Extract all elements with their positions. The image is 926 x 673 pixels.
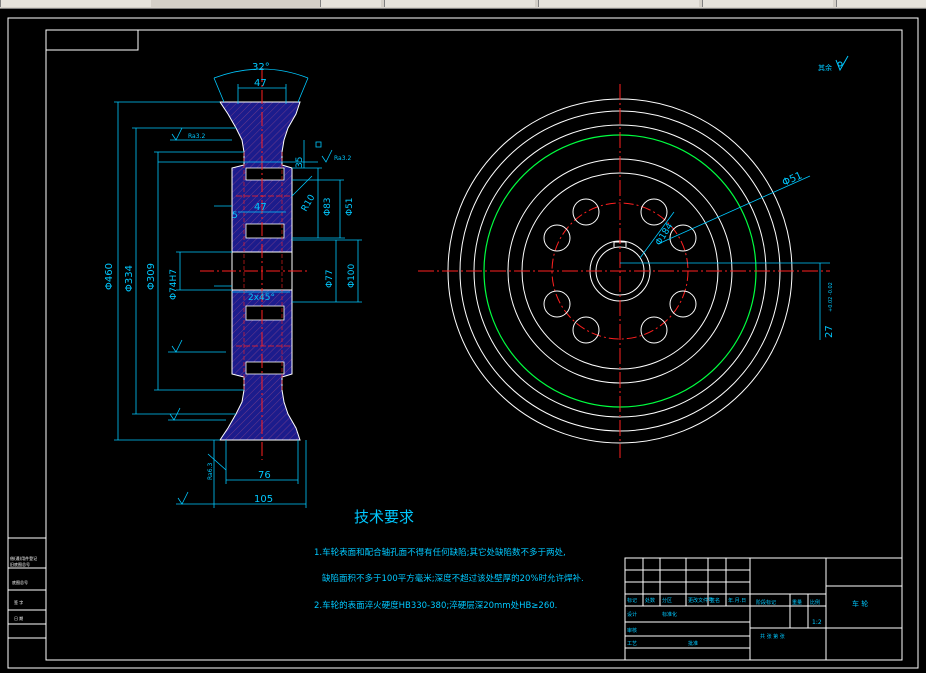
dim-bore: Φ74H7 [169,269,179,300]
title-cell: 审核 [627,627,637,634]
title-cell: 批准 [688,640,698,647]
front-dim-d51: Φ51 [781,170,804,188]
dim-76: 76 [258,470,271,481]
dim-d309: Φ309 [146,263,157,290]
toolbar-segment[interactable] [538,0,699,7]
side-label: 借(通)用件登记 [10,555,37,561]
rough-note-text: 其余 [818,63,832,72]
tech-line-1: 1.车轮表面和配合轴孔面不得有任何缺陷;其它处缺陷数不多于两处, [314,547,566,558]
front-tolerance: +0.02 -0.02 [828,282,834,312]
dim-d460: Φ460 [104,263,115,290]
roughness-circle-icon [837,61,843,67]
dim-d83: Φ83 [323,197,333,216]
tech-line-3: 2.车轮的表面淬火硬度HB330-380;淬硬层深20mm处HB≥260. [314,600,557,611]
tech-title: 技术要求 [354,508,414,526]
dim-angle: 32° [252,62,270,73]
dim-105: 105 [254,494,273,505]
toolbar-segment[interactable] [320,0,381,7]
tech-line-2: 缺陷面积不多于100平方毫米;深度不超过该处壁厚的20%时允许焊补. [322,573,584,584]
dim-top-47: 47 [254,78,267,89]
dim-d51: Φ51 [345,197,355,216]
title-cell: 标记 [627,597,637,604]
toolbar-segment[interactable] [702,0,833,7]
title-cell: 共 张 第 张 [760,633,785,640]
tech-requirements: 技术要求 1.车轮表面和配合轴孔面不得有任何缺陷;其它处缺陷数不多于两处, 缺陷… [314,508,584,611]
title-block: 标记 处数 分区 更改文件号 签名 年.月.日 设计 标准化 审核 工艺 批准 … [624,557,903,661]
rough-label: Ra3.2 [334,155,351,162]
dim-r10: R10 [300,193,318,214]
dim-chamfer: 2x45° [248,293,275,303]
title-cell: 分区 [662,597,672,604]
title-cell: 重量 [792,599,802,606]
side-registration-block: 借(通)用件登记 旧底图总号 底图总号 签 字 日 期 [7,537,47,639]
title-cell: 工艺 [627,641,637,647]
part-name: 车 轮 [852,599,868,608]
dim-d100: Φ100 [347,263,357,288]
rough-label: Ra6.3 [207,463,214,480]
title-cell: 处数 [645,597,655,604]
title-cell: 阶段标记 [756,599,776,606]
toolbar-segment[interactable] [0,0,151,7]
toolbar-segment[interactable] [384,0,535,7]
title-cell: 设计 [627,611,637,618]
title-scale: 1:2 [812,619,822,626]
roughness-note: 其余 [818,55,849,72]
toolbar-segment[interactable] [836,0,926,7]
dim-35: 35 [295,157,305,168]
rough-label: Ra3.2 [188,133,205,140]
side-label: 签 字 [14,599,23,605]
title-cell: 标准化 [662,611,677,618]
front-view: Φ51 Φ184 27 +0.02 -0.02 [418,84,835,458]
front-dim-27: 27 [824,325,835,338]
dim-d77: Φ77 [325,269,335,288]
side-label: 底图总号 [12,579,28,585]
title-cell: 比例 [810,599,820,606]
title-cell: 签名 [710,597,720,604]
cad-drawing-canvas[interactable]: 借(通)用件登记 旧底图总号 底图总号 签 字 日 期 其余 32° 47 47… [0,8,926,673]
dim-d334: Φ334 [124,265,135,292]
side-label: 旧底图总号 [10,561,30,567]
dim-small-5: 5 [232,211,238,221]
drawing-frame [7,17,919,669]
side-label: 日 期 [14,615,23,621]
title-cell: 年.月.日 [728,597,746,604]
section-view: 32° 47 47 76 105 2x45° Ra3.2 Ra3.2 5 Φ46… [104,62,362,508]
dim-mid-47: 47 [254,202,267,213]
